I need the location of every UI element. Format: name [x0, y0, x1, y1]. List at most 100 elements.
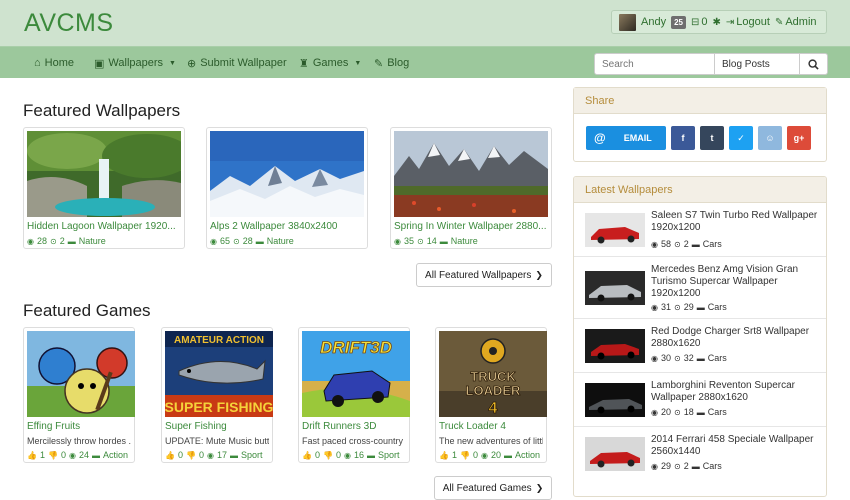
- eye-icon: ◉: [210, 236, 217, 246]
- latest-wallpaper-title[interactable]: Lamborghini Reventon Supercar Wallpaper …: [651, 380, 821, 404]
- all-featured-wallpapers-button[interactable]: All Featured Wallpapers ❯: [416, 263, 552, 287]
- category-link[interactable]: Sport: [378, 450, 400, 460]
- wallpaper-card[interactable]: Spring In Winter Wallpaper 2880... ◉ 35 ⊙…: [390, 127, 552, 249]
- wallpaper-card[interactable]: Alps 2 Wallpaper 3840x2400 ◉ 65 ⊙ 28 ▬ Natu…: [206, 127, 368, 249]
- username-link[interactable]: Andy: [641, 16, 666, 28]
- car-thumbnail[interactable]: [585, 437, 645, 471]
- category-link[interactable]: Cars: [708, 353, 727, 363]
- car-thumbnail[interactable]: [585, 271, 645, 305]
- latest-wallpaper-item[interactable]: Mercedes Benz Amg Vision Gran Turismo Su…: [574, 257, 826, 319]
- category-link[interactable]: Cars: [703, 461, 722, 471]
- download-count: 28: [242, 236, 253, 246]
- game-description: The new adventures of littl...: [439, 436, 543, 446]
- game-thumbnail[interactable]: AMATEUR ACTION SUPER FISHING: [165, 331, 273, 417]
- nav-games[interactable]: ♜ Games ▼: [299, 47, 361, 79]
- folder-icon: ▬: [691, 239, 700, 249]
- all-featured-games-button[interactable]: All Featured Games ❯: [434, 476, 552, 500]
- latest-wallpaper-item[interactable]: 2014 Ferrari 458 Speciale Wallpaper 2560…: [574, 427, 826, 481]
- thumbs-up-icon[interactable]: 👍: [302, 451, 312, 460]
- latest-wallpaper-item[interactable]: Saleen S7 Twin Turbo Red Wallpaper 1920x…: [574, 203, 826, 257]
- category-link[interactable]: Sport: [241, 450, 263, 460]
- download-icon: ⊙: [674, 302, 681, 312]
- wallpaper-thumbnail[interactable]: [394, 131, 548, 217]
- thumbs-up-icon[interactable]: 👍: [27, 451, 37, 460]
- share-email-button[interactable]: @ EMAIL: [586, 126, 666, 150]
- game-meta: 👍 0 👎 0 ◉ 16 ▬ Sport: [302, 450, 406, 460]
- latest-wallpaper-item[interactable]: Lamborghini Reventon Supercar Wallpaper …: [574, 373, 826, 427]
- nav-blog[interactable]: ✎ Blog: [374, 47, 409, 79]
- wallpaper-title[interactable]: Alps 2 Wallpaper 3840x2400: [210, 221, 364, 232]
- user-avatar[interactable]: [619, 13, 636, 31]
- game-card[interactable]: Effing Fruits Mercilessly throw hordes .…: [23, 327, 135, 463]
- game-thumbnail[interactable]: DRIFT3D: [302, 331, 410, 417]
- game-thumbnail[interactable]: [27, 331, 135, 417]
- logout-link[interactable]: ⇥ Logout: [726, 16, 770, 28]
- admin-link[interactable]: ✎ Admin: [775, 16, 817, 28]
- latest-wallpaper-title[interactable]: 2014 Ferrari 458 Speciale Wallpaper 2560…: [651, 434, 821, 458]
- car-thumbnail[interactable]: [585, 213, 645, 247]
- like-count: 0: [314, 450, 320, 460]
- download-icon: ⊙: [674, 407, 681, 417]
- logout-label: Logout: [736, 16, 770, 28]
- wallpaper-thumbnail[interactable]: [210, 131, 364, 217]
- game-card[interactable]: AMATEUR ACTION SUPER FISHING Super Fishi…: [161, 327, 273, 463]
- game-card[interactable]: DRIFT3D Drift Runners 3D Fast paced cros…: [298, 327, 410, 463]
- game-thumbnail[interactable]: TRUCK LOADER 4: [439, 331, 547, 417]
- nav-home[interactable]: ⌂ Home: [34, 47, 74, 79]
- latest-wallpapers-panel: Latest Wallpapers Saleen S7 Twin Turbo R…: [573, 176, 827, 497]
- nav-wallpapers[interactable]: ▣ Wallpapers ▼: [94, 47, 176, 79]
- thumbs-down-icon[interactable]: 👎: [48, 451, 58, 460]
- share-facebook-button[interactable]: f: [671, 126, 695, 150]
- share-twitter-button[interactable]: ✓: [729, 126, 753, 150]
- game-title[interactable]: Effing Fruits: [27, 421, 131, 432]
- thumbs-up-icon[interactable]: 👍: [165, 451, 175, 460]
- share-panel: Share @ EMAIL f t ✓ ☺ g+: [573, 87, 827, 162]
- share-google-plus-button[interactable]: g+: [787, 126, 811, 150]
- search-input[interactable]: [594, 53, 715, 75]
- upload-icon: ⊕: [187, 57, 197, 70]
- category-link[interactable]: Cars: [708, 302, 727, 312]
- thumbs-down-icon[interactable]: 👎: [460, 451, 470, 460]
- thumbs-down-icon[interactable]: 👎: [323, 451, 333, 460]
- eye-icon: ◉: [651, 239, 658, 249]
- eye-icon: ◉: [206, 450, 214, 460]
- game-meta: 👍 0 👎 0 ◉ 17 ▬ Sport: [165, 450, 269, 460]
- game-title[interactable]: Super Fishing: [165, 421, 269, 432]
- search-button[interactable]: [800, 53, 828, 75]
- nav-submit-wallpaper[interactable]: ⊕ Submit Wallpaper: [187, 47, 287, 79]
- game-card[interactable]: TRUCK LOADER 4 Truck Loader 4 The new ad…: [435, 327, 547, 463]
- car-thumbnail[interactable]: [585, 329, 645, 363]
- wallpaper-thumbnail[interactable]: [27, 131, 181, 217]
- thumbs-down-icon[interactable]: 👎: [186, 451, 196, 460]
- latest-wallpaper-item[interactable]: Red Dodge Charger Srt8 Wallpaper 2880x16…: [574, 319, 826, 373]
- latest-wallpaper-meta: ◉ 58 ⊙ 2 ▬ Cars: [651, 239, 722, 249]
- site-logo[interactable]: AVCMS: [24, 9, 114, 38]
- wallpaper-card[interactable]: Hidden Lagoon Wallpaper 1920... ◉ 28 ⊙ 2 ▬…: [23, 127, 185, 249]
- search-scope-select[interactable]: Blog Posts: [715, 53, 800, 75]
- category-link[interactable]: Nature: [79, 236, 106, 246]
- settings-gear-icon[interactable]: ✱: [713, 17, 721, 28]
- latest-wallpaper-title[interactable]: Mercedes Benz Amg Vision Gran Turismo Su…: [651, 264, 821, 300]
- dislike-count: 0: [335, 450, 341, 460]
- game-title[interactable]: Drift Runners 3D: [302, 421, 406, 432]
- wallpaper-title[interactable]: Spring In Winter Wallpaper 2880...: [394, 221, 548, 232]
- latest-wallpaper-title[interactable]: Saleen S7 Twin Turbo Red Wallpaper 1920x…: [651, 210, 821, 234]
- category-link[interactable]: Cars: [708, 407, 727, 417]
- category-link[interactable]: Nature: [267, 236, 294, 246]
- category-link[interactable]: Nature: [451, 236, 478, 246]
- folder-icon: ▬: [255, 236, 264, 246]
- latest-wallpaper-title[interactable]: Red Dodge Charger Srt8 Wallpaper 2880x16…: [651, 326, 821, 350]
- category-link[interactable]: Action: [515, 450, 540, 460]
- wallpaper-title[interactable]: Hidden Lagoon Wallpaper 1920...: [27, 221, 181, 232]
- svg-text:DRIFT3D: DRIFT3D: [320, 338, 392, 357]
- thumbs-up-icon[interactable]: 👍: [439, 451, 449, 460]
- picture-icon: ▣: [94, 57, 105, 70]
- category-link[interactable]: Cars: [703, 239, 722, 249]
- category-link[interactable]: Action: [103, 450, 128, 460]
- share-reddit-button[interactable]: ☺: [758, 126, 782, 150]
- download-count: 2: [683, 461, 689, 471]
- game-title[interactable]: Truck Loader 4: [439, 421, 543, 432]
- inbox-link[interactable]: ⊟ 0: [691, 16, 708, 28]
- car-thumbnail[interactable]: [585, 383, 645, 417]
- share-tumblr-button[interactable]: t: [700, 126, 724, 150]
